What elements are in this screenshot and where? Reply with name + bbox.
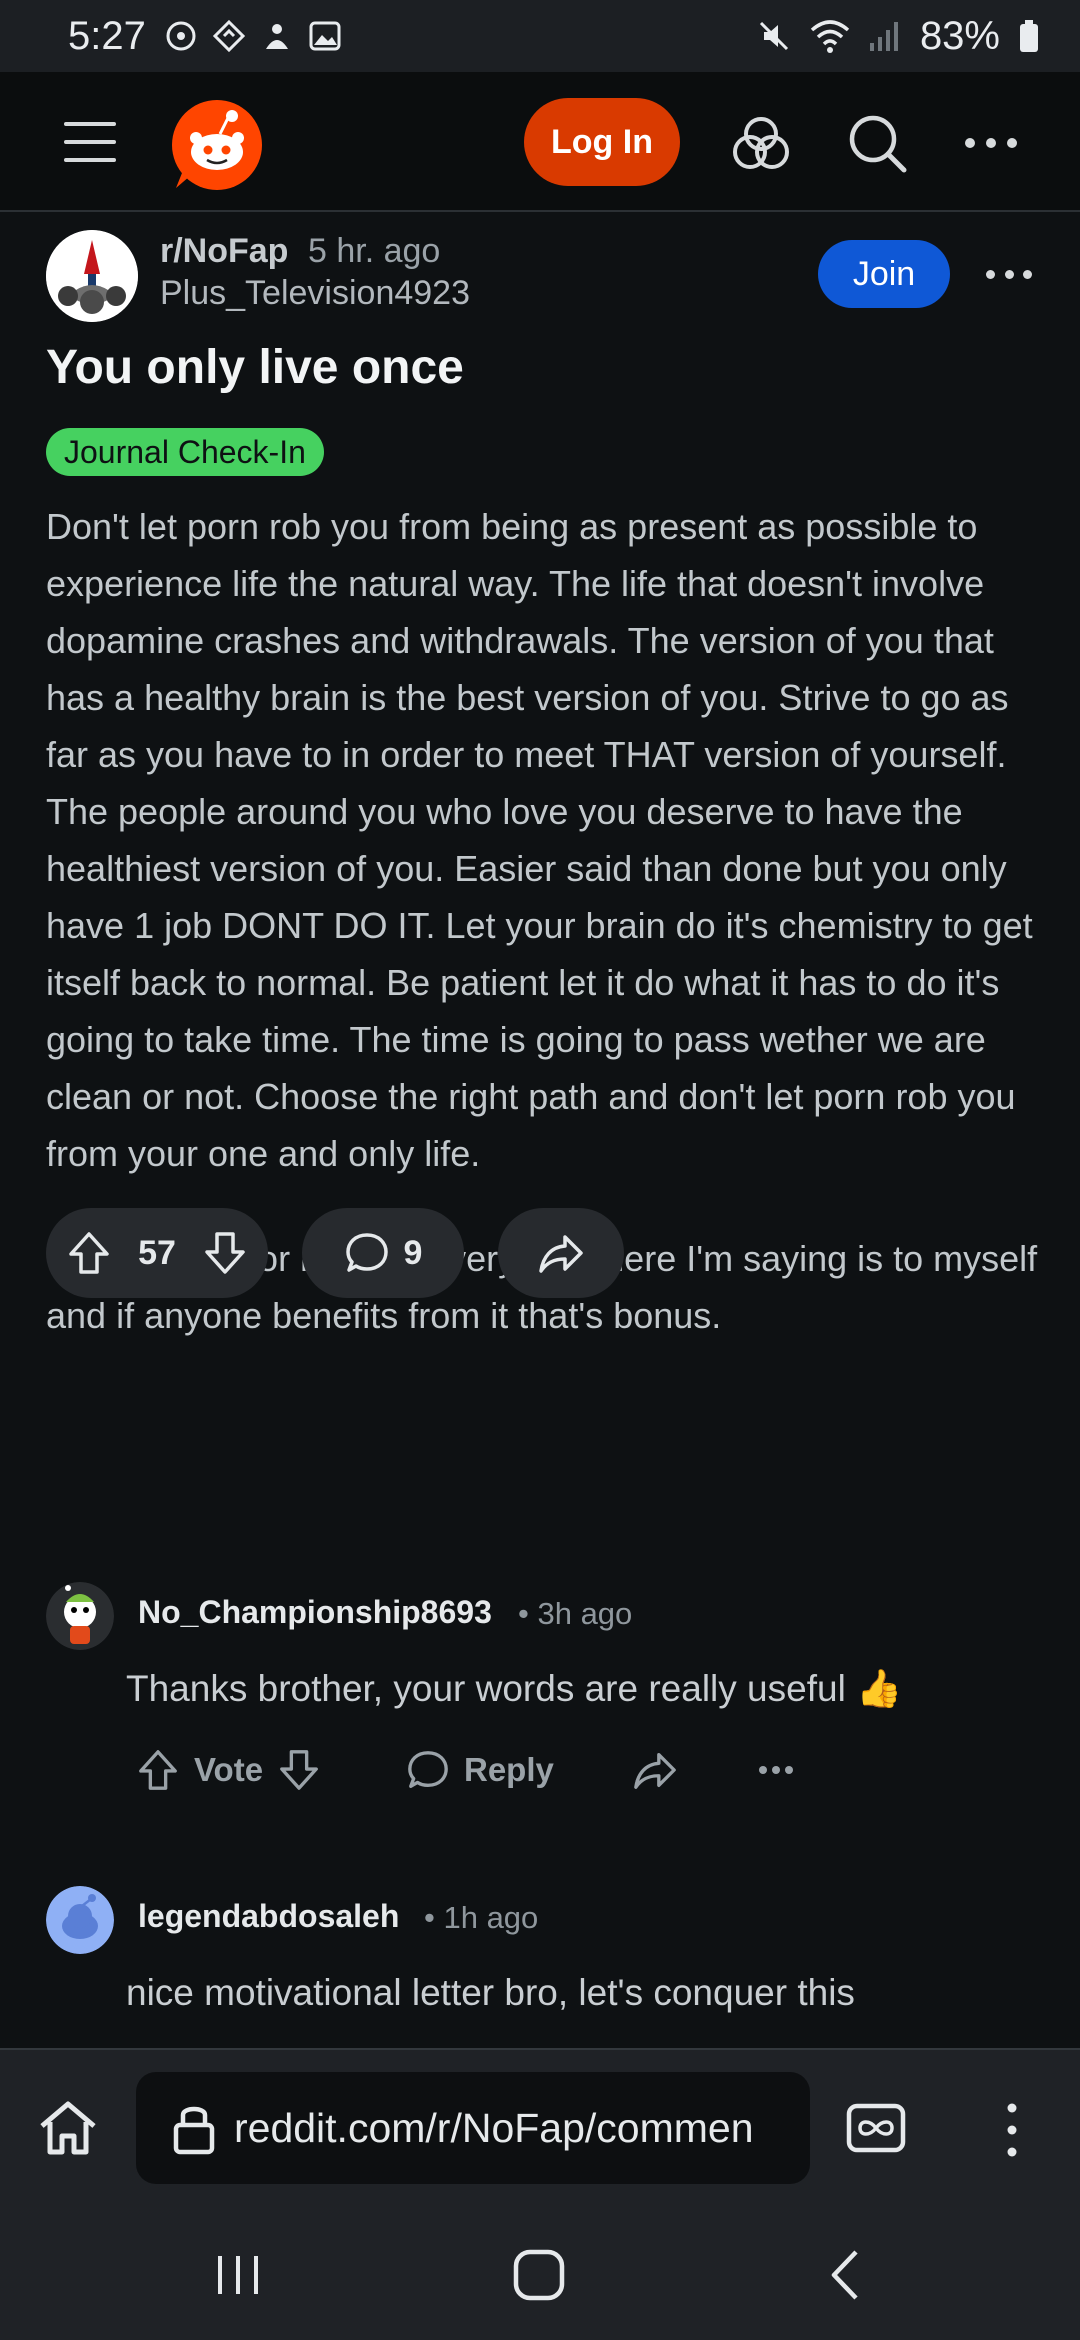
browser-menu-icon[interactable] xyxy=(1000,2102,1024,2158)
search-icon[interactable] xyxy=(846,112,908,174)
join-button[interactable]: Join xyxy=(818,240,950,308)
sync-icon xyxy=(166,21,196,51)
signal-icon xyxy=(869,22,898,51)
url-bar[interactable]: reddit.com/r/NoFap/commen xyxy=(136,2072,810,2184)
post-flair[interactable]: Journal Check-In xyxy=(46,428,324,476)
downvote-icon[interactable] xyxy=(202,1230,248,1276)
back-icon[interactable] xyxy=(826,2248,862,2302)
recent-apps-icon[interactable] xyxy=(214,2252,264,2298)
comment-avatar[interactable] xyxy=(46,1582,114,1650)
status-time: 5:27 xyxy=(68,13,146,58)
browser-toolbar: reddit.com/r/NoFap/commen xyxy=(0,2048,1080,2208)
nav-diamond-icon xyxy=(212,19,245,53)
mute-icon xyxy=(759,21,788,51)
post-actions: 57 9 xyxy=(46,1208,1046,1298)
url-text[interactable]: reddit.com/r/NoFap/commen xyxy=(234,2105,754,2152)
post-more-icon[interactable] xyxy=(986,254,1032,294)
app-header: Log In xyxy=(0,72,1080,212)
vote-count: 57 xyxy=(138,1233,176,1272)
status-bar: 5:27 83% xyxy=(0,0,1080,72)
comment-author[interactable]: legendabdosaleh xyxy=(138,1898,399,1935)
comment-count: 9 xyxy=(403,1233,423,1272)
comment-avatar[interactable] xyxy=(46,1886,114,1954)
comments-button[interactable]: 9 xyxy=(302,1208,464,1298)
home-icon[interactable] xyxy=(36,2096,100,2160)
app-notification-icon xyxy=(265,24,288,49)
battery-icon xyxy=(1020,20,1038,52)
comment-actions: Vote Reply xyxy=(136,1740,956,1800)
post-time: 5 hr. ago xyxy=(308,232,441,270)
comment-text: nice motivational letter bro, let's conq… xyxy=(126,1972,855,2013)
reply-button[interactable]: Reply xyxy=(406,1740,554,1800)
subreddit-name[interactable]: r/NoFap xyxy=(160,232,288,271)
lock-icon[interactable] xyxy=(172,2101,216,2155)
vote-label: Vote xyxy=(194,1751,264,1788)
upvote-icon[interactable] xyxy=(136,1748,180,1792)
reply-label: Reply xyxy=(464,1751,554,1788)
comment-author[interactable]: No_Championship8693 xyxy=(138,1594,492,1631)
battery-percent: 83% xyxy=(919,13,1000,58)
tabs-icon[interactable] xyxy=(846,2100,906,2156)
comment-vote-control: Vote xyxy=(136,1740,321,1800)
comment-time: • 3h ago xyxy=(518,1596,633,1631)
subreddit-avatar[interactable] xyxy=(46,230,138,322)
post-body-paragraph: Don't let porn rob you from being as pre… xyxy=(46,506,1033,1174)
vote-control: 57 xyxy=(46,1208,268,1298)
share-icon xyxy=(539,1235,583,1273)
more-options-icon[interactable] xyxy=(960,112,1022,174)
reddit-logo-icon[interactable] xyxy=(170,98,264,192)
wifi-icon xyxy=(810,20,850,53)
post-author[interactable]: Plus_Television4923 xyxy=(160,274,470,313)
comment-more-icon[interactable] xyxy=(758,1740,794,1800)
comment-text: Thanks brother, your words are really us… xyxy=(126,1668,903,1709)
explore-icon[interactable] xyxy=(730,112,792,174)
notification-icons xyxy=(164,19,342,53)
share-icon xyxy=(634,1752,676,1789)
post-title: You only live once xyxy=(46,341,464,394)
downvote-icon[interactable] xyxy=(277,1748,321,1792)
gallery-icon xyxy=(309,21,341,51)
home-nav-icon[interactable] xyxy=(512,2248,566,2302)
comment-icon xyxy=(408,1751,448,1788)
comment-time: • 1h ago xyxy=(424,1900,539,1935)
upvote-icon[interactable] xyxy=(66,1230,112,1276)
menu-icon[interactable] xyxy=(64,122,116,162)
comment-share-button[interactable] xyxy=(632,1740,678,1800)
login-button[interactable]: Log In xyxy=(524,98,680,186)
comment-icon xyxy=(345,1233,388,1272)
share-button[interactable] xyxy=(498,1208,624,1298)
system-nav-bar xyxy=(0,2208,1080,2340)
